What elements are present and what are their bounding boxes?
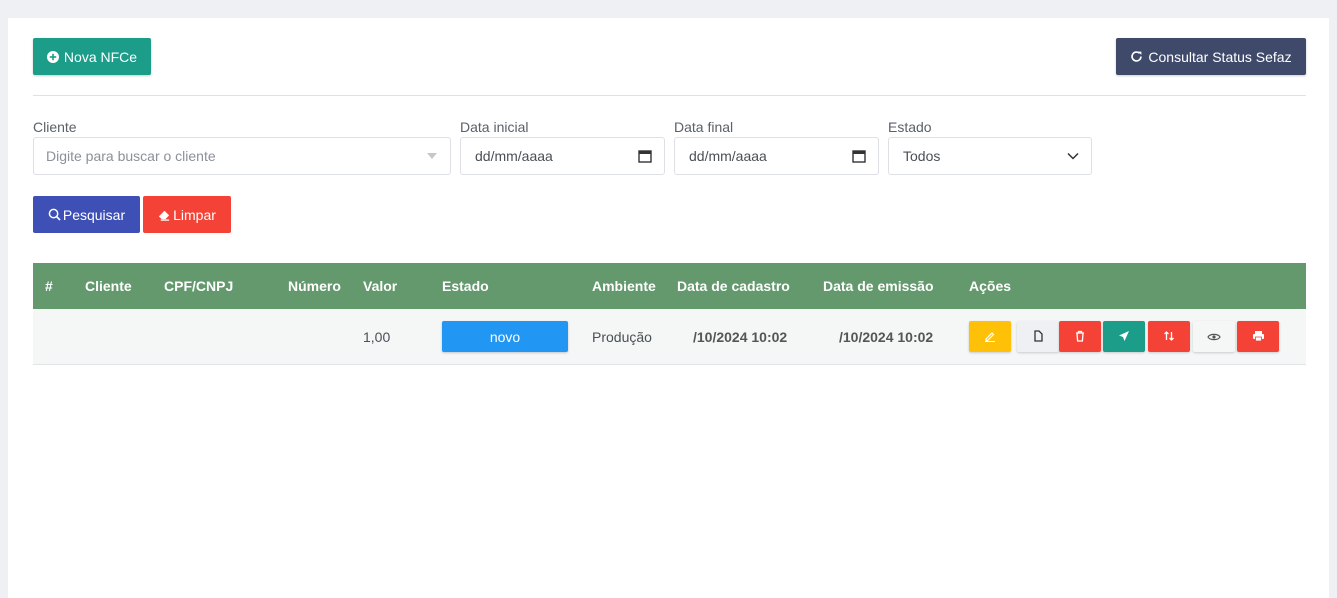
nova-nfce-button[interactable]: Nova NFCe: [33, 38, 151, 75]
data-inicial-label: Data inicial: [460, 119, 529, 135]
cell-ambiente: Produção: [592, 329, 652, 345]
data-final-input[interactable]: dd/mm/aaaa: [674, 137, 879, 175]
view-button[interactable]: [1193, 321, 1235, 352]
header-cliente: Cliente: [85, 278, 132, 294]
consultar-status-button[interactable]: Consultar Status Sefaz: [1116, 38, 1306, 75]
header-estado: Estado: [442, 278, 489, 294]
main-card: Nova NFCe Consultar Status Sefaz Cliente…: [8, 18, 1329, 598]
data-final-value: dd/mm/aaaa: [689, 148, 767, 164]
pesquisar-button[interactable]: Pesquisar: [33, 196, 140, 233]
document-icon: [1032, 329, 1044, 345]
eye-icon: [1207, 329, 1221, 345]
status-badge: novo: [442, 321, 568, 352]
cell-valor: 1,00: [363, 329, 391, 345]
cliente-label: Cliente: [33, 119, 77, 135]
estado-select[interactable]: Todos: [888, 137, 1092, 175]
consultar-status-label: Consultar Status Sefaz: [1148, 48, 1292, 65]
edit-button[interactable]: [969, 321, 1011, 352]
estado-value: Todos: [903, 148, 941, 164]
limpar-button[interactable]: Limpar: [143, 196, 231, 233]
calendar-icon[interactable]: [638, 149, 652, 163]
cell-data-emissao: /10/2024 10:02: [839, 329, 934, 345]
header-data-emissao: Data de emissão: [823, 278, 934, 294]
transfer-icon: [1163, 329, 1175, 345]
transfer-button[interactable]: [1148, 321, 1190, 352]
duplicate-button[interactable]: [1017, 321, 1059, 352]
header-data-cadastro: Data de cadastro: [677, 278, 790, 294]
send-icon: [1118, 329, 1130, 345]
header-id: #: [45, 278, 53, 294]
plus-circle-icon: [46, 50, 59, 63]
data-inicial-value: dd/mm/aaaa: [475, 148, 553, 164]
cell-data-cadastro: /10/2024 10:02: [693, 329, 788, 345]
pencil-icon: [984, 329, 996, 345]
nfce-table: # Cliente CPF/CNPJ Número Valor Estado A…: [33, 263, 1306, 365]
header-ambiente: Ambiente: [592, 278, 656, 294]
estado-label: Estado: [888, 119, 932, 135]
trash-icon: [1074, 329, 1086, 345]
caret-down-icon: [426, 152, 438, 160]
eraser-icon: [158, 208, 171, 221]
divider: [33, 95, 1306, 96]
table-row: 1,00 novo Produção /10/2024 10:02 /10/20…: [33, 309, 1306, 365]
pesquisar-label: Pesquisar: [62, 206, 126, 223]
send-button[interactable]: [1103, 321, 1145, 352]
refresh-icon: [1130, 50, 1143, 63]
limpar-label: Limpar: [173, 206, 216, 223]
calendar-icon[interactable]: [852, 149, 866, 163]
print-button[interactable]: [1237, 321, 1279, 352]
chevron-down-icon: [1067, 152, 1079, 160]
header-valor: Valor: [363, 278, 398, 294]
header-cpf-cnpj: CPF/CNPJ: [164, 278, 234, 294]
print-icon: [1252, 329, 1265, 345]
search-icon: [48, 208, 61, 221]
cliente-placeholder: Digite para buscar o cliente: [46, 148, 216, 164]
delete-button[interactable]: [1059, 321, 1101, 352]
cliente-select[interactable]: Digite para buscar o cliente: [33, 137, 451, 175]
nova-nfce-label: Nova NFCe: [63, 48, 138, 65]
header-numero: Número: [288, 278, 341, 294]
header-acoes: Ações: [969, 278, 1012, 294]
table-header: # Cliente CPF/CNPJ Número Valor Estado A…: [33, 263, 1306, 309]
data-inicial-input[interactable]: dd/mm/aaaa: [460, 137, 665, 175]
data-final-label: Data final: [674, 119, 734, 135]
